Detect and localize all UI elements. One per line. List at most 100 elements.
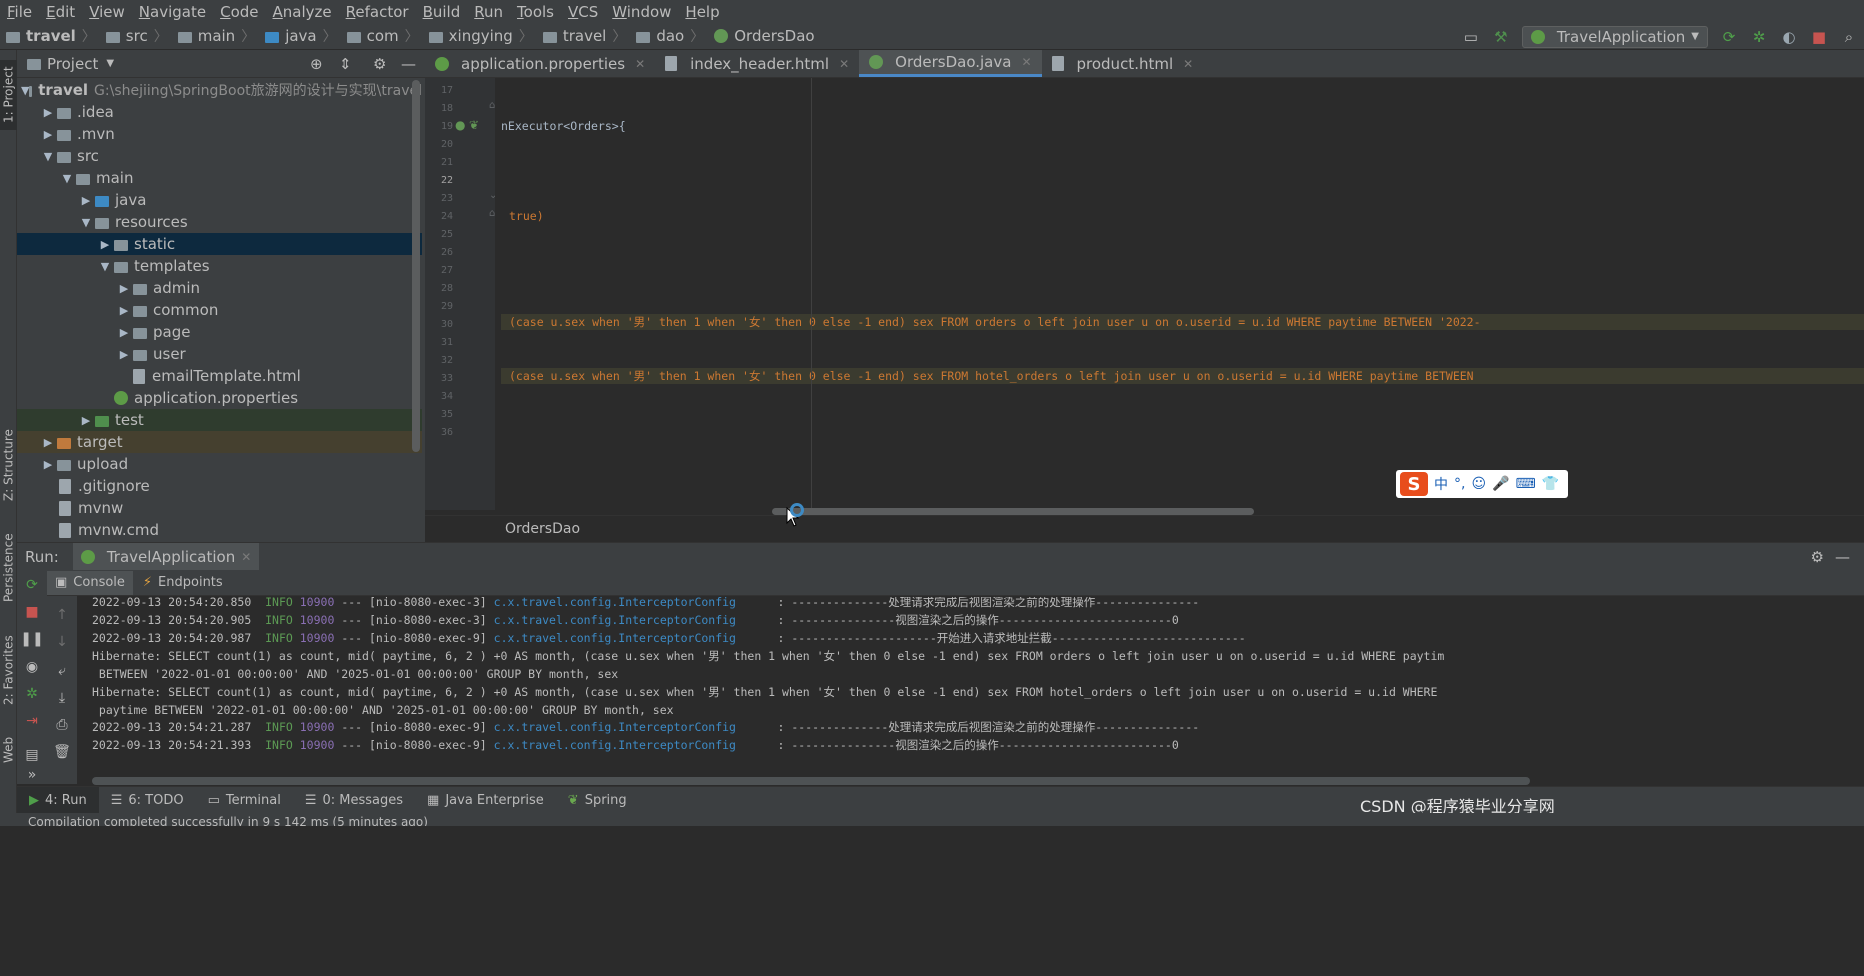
menu-navigate[interactable]: Navigate [132,3,213,21]
menu-code[interactable]: Code [213,3,265,21]
menu-analyze[interactable]: Analyze [266,3,339,21]
camera-dump-icon[interactable]: ◉ [23,658,41,676]
gear-icon[interactable]: ⚙ [373,55,386,73]
console-output[interactable]: 2022-09-13 20:54:20.850 INFO 10900 --- [… [77,597,1864,775]
tree-node-mvnw-cmd[interactable]: mvnw.cmd [17,519,422,541]
tree-node-src[interactable]: ▼ src [17,145,422,167]
tree-node-admin[interactable]: ▶ admin [17,277,422,299]
collapse-all-icon[interactable]: ⇕ [339,55,352,73]
pause-icon[interactable]: ❚❚ [20,630,43,648]
breadcrumb-src[interactable]: src 〉 [100,26,172,46]
web-tool-tab[interactable]: Web [0,730,17,770]
tree-node-common[interactable]: ▶ common [17,299,422,321]
soft-wrap-icon[interactable]: ⤶ [53,662,71,680]
menu-window[interactable]: Window [605,3,678,21]
tool-tab-run[interactable]: ▶ 4: Run [17,786,99,814]
breadcrumb-ordersdao[interactable]: OrdersDao [708,27,818,45]
menu-refactor[interactable]: Refactor [339,3,416,21]
ime-toolbar[interactable]: S 中 °, ☺ 🎤 ⌨ 👕 [1396,470,1568,498]
run-tab-travelapplication[interactable]: TravelApplication ✕ [72,543,260,570]
close-icon[interactable]: ✕ [241,550,251,564]
locate-file-icon[interactable]: ⊕ [310,55,323,73]
menu-build[interactable]: Build [416,3,468,21]
tree-node-user[interactable]: ▶ user [17,343,422,365]
close-icon[interactable]: ✕ [1183,57,1193,71]
debug-bug-icon[interactable]: ✲ [1750,28,1768,46]
keyboard-icon[interactable]: ⌨ [1516,476,1536,492]
scroll-to-end-icon[interactable]: ⤓ [53,689,71,707]
persistence-tool-tab[interactable]: Persistence [0,525,17,610]
breadcrumb-travel[interactable]: travel 〉 [0,26,100,46]
breadcrumb-dao[interactable]: dao 〉 [630,26,708,46]
tree-node-static[interactable]: ▶ static [17,233,422,255]
tree-node-gitignore[interactable]: .gitignore [17,475,422,497]
search-everywhere-icon[interactable]: ⌕ [1840,28,1858,46]
run-config-select[interactable]: TravelApplication ▼ [1521,25,1708,48]
tree-node-java[interactable]: ▶ java [17,189,422,211]
spring-bean-gutter-icon[interactable]: ❦ [469,118,479,132]
tool-tab-todo[interactable]: ☰ 6: TODO [99,787,196,814]
clear-trash-icon[interactable]: 🗑 [53,743,71,761]
implementation-gutter-icon[interactable]: ● [455,118,465,132]
chevron-down-icon[interactable]: ▼ [106,58,114,69]
ime-language-toggle[interactable]: 中 [1434,474,1448,494]
menu-file[interactable]: File [0,3,39,21]
debug-icon[interactable]: ✲ [23,685,41,703]
breadcrumb-main[interactable]: main 〉 [172,26,259,46]
tree-node-main[interactable]: ▼ main [17,167,422,189]
tree-node-page[interactable]: ▶ page [17,321,422,343]
emoji-icon[interactable]: ☺ [1471,476,1486,492]
rerun-icon[interactable]: ⟳ [23,576,41,594]
menu-help[interactable]: Help [678,3,726,21]
breadcrumb-class[interactable]: OrdersDao [505,521,580,537]
terminal-toggle-icon[interactable]: ▭ [1462,28,1480,46]
hide-panel-icon[interactable]: — [1835,548,1850,566]
hide-panel-icon[interactable]: — [401,55,416,73]
tree-node-email-template[interactable]: emailTemplate.html [17,365,422,387]
breadcrumb-travel-pkg[interactable]: travel 〉 [537,26,631,46]
close-icon[interactable]: ✕ [839,57,849,71]
stop-icon[interactable]: ■ [1810,28,1828,46]
tree-node-mvn[interactable]: ▶ .mvn [17,123,422,145]
close-icon[interactable]: ✕ [635,57,645,71]
console-horizontal-scrollbar[interactable] [92,777,1530,785]
tool-tab-java-enterprise[interactable]: ▦ Java Enterprise [415,787,556,814]
layout-icon[interactable]: ▤ [23,746,41,764]
project-tool-tab[interactable]: 1: Project [0,60,17,130]
tree-node-resources[interactable]: ▼ resources [17,211,422,233]
tree-node-mvnw[interactable]: mvnw [17,497,422,519]
structure-tool-tab[interactable]: Z: Structure [0,420,17,510]
build-hammer-icon[interactable]: ⚒ [1492,28,1510,46]
tree-node-root[interactable]: ▼ travel G:\shejiing\SpringBoot旅游网的设计与实现… [17,79,422,101]
project-view-title[interactable]: Project [47,55,98,73]
more-icon[interactable]: » [23,766,41,784]
tree-node-idea[interactable]: ▶ .idea [17,101,422,123]
coverage-icon[interactable]: ◐ [1780,28,1798,46]
menu-vcs[interactable]: VCS [561,3,605,21]
print-icon[interactable]: ⎙ [53,716,71,734]
tab-ordersdao[interactable]: OrdersDao.java ✕ [859,50,1042,77]
tree-node-application-properties[interactable]: application.properties [17,387,422,409]
tool-tab-terminal[interactable]: ▭ Terminal [196,787,293,814]
tool-tab-messages[interactable]: ☰ 0: Messages [293,787,415,814]
breadcrumb-xingying[interactable]: xingying 〉 [423,26,537,46]
menu-run[interactable]: Run [467,3,510,21]
tool-tab-spring[interactable]: ❦ Spring [556,787,639,814]
skin-icon[interactable]: 👕 [1542,476,1559,492]
project-scrollbar[interactable] [412,80,420,452]
breadcrumb-java[interactable]: java 〉 [259,26,340,46]
close-icon[interactable]: ✕ [1021,55,1031,69]
menu-edit[interactable]: Edit [39,3,82,21]
microphone-icon[interactable]: 🎤 [1492,476,1509,492]
tab-console[interactable]: ▣ Console [47,570,133,595]
ime-punctuation-toggle[interactable]: °, [1454,476,1465,492]
up-arrow-icon[interactable]: ↑ [53,606,71,624]
tree-node-upload[interactable]: ▶ upload [17,453,422,475]
tab-index-header[interactable]: index_header.html ✕ [655,50,859,77]
tree-node-target[interactable]: ▶ target [17,431,422,453]
code-editor[interactable]: nExecutor<Orders>{ true) (case u.sex whe… [495,78,1864,510]
stop-icon[interactable]: ■ [23,603,41,621]
rerun-icon[interactable]: ⟳ [1720,28,1738,46]
menu-tools[interactable]: Tools [510,3,561,21]
favorites-tool-tab[interactable]: 2: Favorites [0,630,17,710]
